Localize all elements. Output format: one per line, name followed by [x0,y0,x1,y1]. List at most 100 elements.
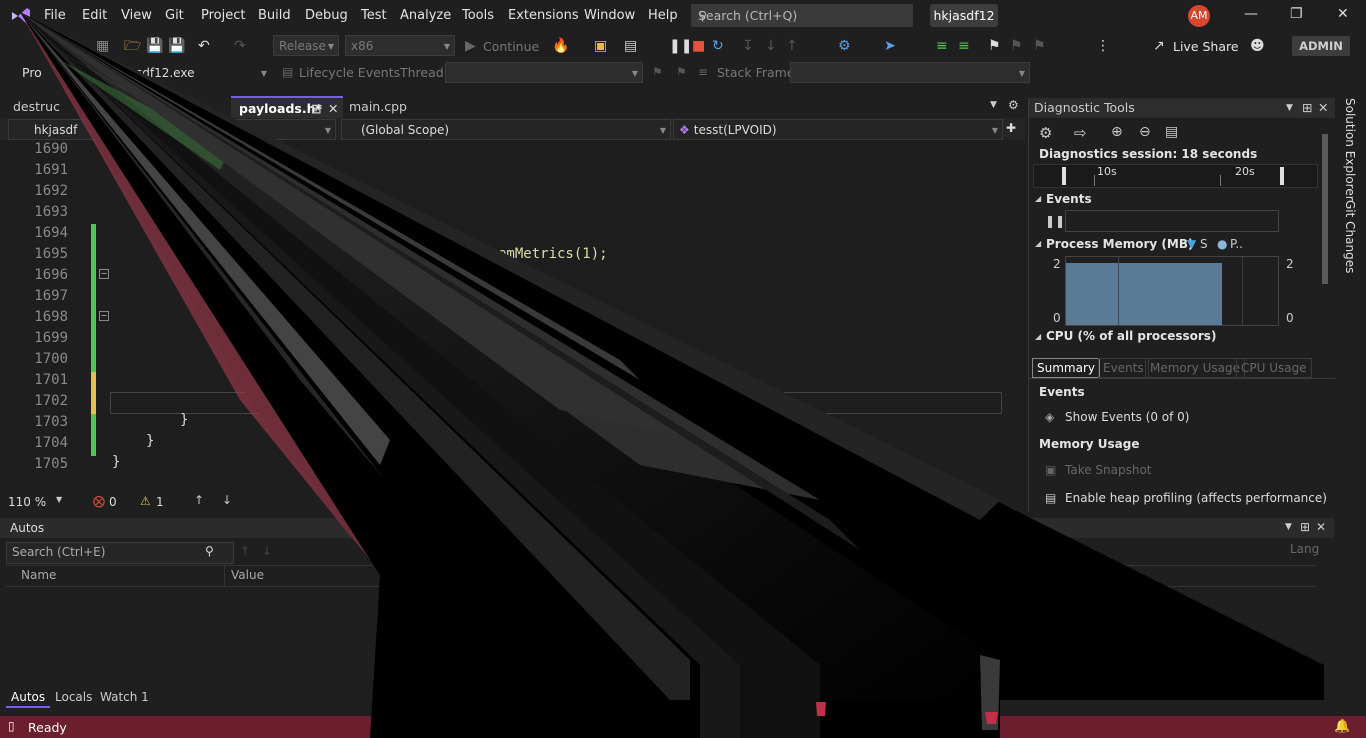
notifications-icon[interactable]: 🔔 [1334,719,1350,734]
tab-memory-usage[interactable]: Memory Usage [1145,358,1246,378]
flag-icon[interactable]: ⚑ [652,65,663,79]
tab-locals[interactable]: Locals [50,688,97,706]
zoom-in-icon[interactable]: ⊕ [1111,124,1123,140]
step-over-icon[interactable]: ↧ [742,38,754,54]
share-icon[interactable]: ↗ [1153,38,1165,54]
overflow-icon[interactable]: ⋮ [1096,38,1110,54]
tab-cpu-usage[interactable]: CPU Usage [1236,358,1312,378]
arrow-down-icon[interactable]: ↓ [222,493,232,507]
new-project-icon[interactable]: ▦ [96,38,109,54]
column-language[interactable]: Lang [1290,542,1319,556]
chevron-down-icon[interactable]: ▼ [1286,98,1293,118]
search-icon[interactable]: ⚲ [205,544,214,558]
menu-window[interactable]: Window [584,8,635,23]
menu-build[interactable]: Build [258,8,291,23]
pin-icon[interactable]: ⊞ [311,98,321,120]
lifecycle-icon[interactable]: ▤ [282,65,293,79]
menu-file[interactable]: File [44,8,66,23]
diag-scrollbar[interactable] [1319,122,1329,344]
browse-icon[interactable]: ▣ [594,38,607,54]
open-folder-icon[interactable]: 🗁 [124,38,141,54]
process-dropdown[interactable]: sdf12.exe ▼ [130,62,272,83]
diagnostic-icon[interactable]: ⚙ [838,38,851,54]
project-dropdown[interactable]: hkjasdf ▼ [8,119,336,140]
arrow-down-icon[interactable]: ↓ [262,544,272,558]
reset-view-icon[interactable]: ▤ [1165,124,1178,140]
thread-dropdown[interactable]: ▼ [445,62,643,83]
solution-explorer-tab[interactable]: Solution Explorer [1343,98,1357,201]
search-box[interactable]: Search (Ctrl+Q) ⚲ [691,4,913,27]
bookmark-next-icon[interactable]: ⚑ [1033,38,1046,54]
platform-dropdown[interactable]: x86 ▼ [345,35,455,56]
timeline-ruler[interactable]: 10s 20s [1033,164,1318,188]
menu-git[interactable]: Git [165,8,184,23]
close-icon[interactable]: ✕ [1337,6,1349,22]
collapse-triangle-icon[interactable]: ◢ [1035,239,1041,248]
continue-button[interactable]: Continue [483,39,539,55]
admin-badge[interactable]: ADMIN [1292,36,1350,56]
zoom-level[interactable]: 110 % [8,495,46,509]
arrow-up-icon[interactable]: ↑ [194,493,204,507]
undo-icon[interactable]: ↶ [198,38,210,54]
error-icon[interactable]: ⨂ [93,494,105,508]
warning-icon[interactable]: ⚠ [140,494,151,508]
memory-chart[interactable] [1065,256,1279,326]
function-dropdown[interactable]: ❖ tesst(LPVOID) ▼ [673,119,1003,140]
tab-main-cpp[interactable]: main.cpp [341,96,411,118]
collapse-triangle-icon[interactable]: ◢ [1035,332,1041,341]
code-editor[interactable]: 1690 1691 1692 1693 1694 1695 1696 1697 1698 1699… [0,140,1002,492]
settings-gear-icon[interactable]: ⚙ [1039,124,1052,142]
redo-icon[interactable]: ↷ [234,38,246,54]
timeline-end-handle[interactable] [1280,167,1284,185]
column-divider[interactable] [224,566,225,586]
autos-search-input[interactable]: Search (Ctrl+E) ⚲ [6,542,234,564]
show-events-link[interactable]: Show Events (0 of 0) [1065,410,1189,424]
menu-view[interactable]: View [121,8,152,23]
close-tab-icon[interactable]: ✕ [328,98,338,120]
stop-icon[interactable]: ■ [692,38,705,54]
stack-frame-dropdown[interactable]: ▼ [790,62,1030,83]
cursor-icon[interactable]: ➤ [884,38,896,54]
column-name[interactable]: Name [21,568,56,582]
outdent-icon[interactable]: ≡ [958,38,970,54]
save-all-icon[interactable]: 💾 [168,38,185,54]
feedback-icon[interactable]: ☻ [1250,38,1265,54]
filter-icon[interactable]: ⚑ [676,65,687,79]
pause-events-icon[interactable]: ❚❚ [1045,214,1065,228]
chevron-down-icon[interactable]: ▼ [56,495,62,504]
scrollbar-thumb[interactable] [1322,134,1328,284]
restore-icon[interactable]: ❐ [1290,6,1303,22]
bookmark-icon[interactable]: ⚑ [988,38,1001,54]
column-value[interactable]: Value [231,568,264,582]
continue-icon[interactable]: ▶ [465,38,476,54]
scope-dropdown[interactable]: (Global Scope) ▼ [341,119,671,140]
arrow-up-icon[interactable]: ↑ [240,544,250,558]
menu-project[interactable]: Project [201,8,245,23]
pause-icon[interactable]: ❚❚ [669,38,692,54]
heap-profiling-toggle[interactable]: Enable heap profiling (affects performan… [1065,491,1327,505]
menu-edit[interactable]: Edit [82,8,107,23]
tab-events[interactable]: Events [1098,358,1149,378]
menu-tools[interactable]: Tools [462,8,494,23]
close-icon[interactable]: ✕ [1316,520,1326,534]
step-out-icon[interactable]: ↑ [786,38,798,54]
tab-autos[interactable]: Autos [6,688,51,708]
save-icon[interactable]: 💾 [146,38,163,54]
hot-reload-icon[interactable]: 🔥 [552,38,569,54]
tab-watch-1[interactable]: Watch 1 [95,688,154,706]
settings-gear-icon[interactable]: ⚙ [1008,98,1019,112]
bookmark-prev-icon[interactable]: ⚑ [1010,38,1023,54]
tab-payloads[interactable]: payloads.h* ⊞ ✕ [231,96,343,118]
tab-summary[interactable]: Summary [1032,358,1100,378]
restart-icon[interactable]: ↻ [712,38,724,54]
tab-overflow-icon[interactable]: ▼ [990,100,997,110]
menu-extensions[interactable]: Extensions [508,8,579,23]
menu-analyze[interactable]: Analyze [400,8,451,23]
indent-icon[interactable]: ≡ [936,38,948,54]
menu-debug[interactable]: Debug [305,8,348,23]
export-icon[interactable]: ⇨ [1074,124,1087,142]
git-changes-tab[interactable]: Git Changes [1343,200,1357,273]
pin-icon[interactable]: ⊞ [1300,520,1310,534]
collapse-triangle-icon[interactable]: ◢ [1035,194,1041,203]
collapse-icon[interactable]: − [99,269,109,279]
